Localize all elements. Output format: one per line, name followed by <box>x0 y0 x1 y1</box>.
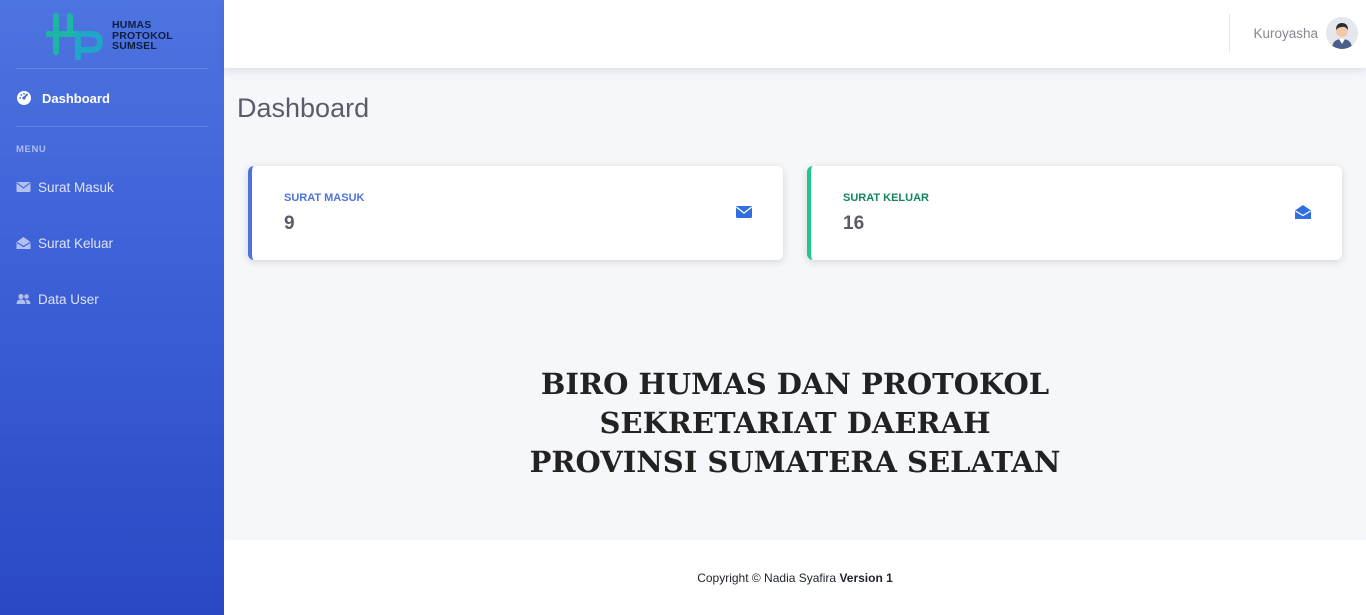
footer: Copyright © Nadia Syafira Version 1 <box>224 540 1366 615</box>
card-surat-masuk: SURAT MASUK 9 <box>248 166 783 260</box>
users-icon <box>16 293 31 304</box>
card-label: SURAT KELUAR <box>843 192 929 204</box>
sidebar-item-surat-masuk[interactable]: Surat Masuk <box>16 176 114 198</box>
hp-logo-icon <box>46 13 104 60</box>
copyright: Copyright © Nadia Syafira Version 1 <box>224 571 1366 585</box>
sidebar-item-label: Surat Masuk <box>38 179 114 195</box>
card-value: 16 <box>843 213 865 234</box>
sidebar-item-surat-keluar[interactable]: Surat Keluar <box>16 232 113 254</box>
version-label: Version 1 <box>839 571 893 585</box>
user-avatar[interactable] <box>1326 17 1358 49</box>
org-line-3: PROVINSI SUMATERA SELATAN <box>529 445 1061 479</box>
organization-title: BIRO HUMAS DAN PROTOKOL SEKRETARIAT DAER… <box>224 365 1366 482</box>
copyright-text: Copyright © Nadia Syafira <box>697 571 837 585</box>
card-label: SURAT MASUK <box>284 192 365 204</box>
sidebar-divider <box>16 68 208 69</box>
envelope-open-icon <box>16 237 31 249</box>
sidebar-heading: MENU <box>16 144 47 155</box>
sidebar-item-label: Surat Keluar <box>38 235 114 251</box>
user-avatar-icon <box>1326 17 1358 49</box>
sidebar: HUMAS PROTOKOL SUMSEL Dashboard MENU Sur… <box>0 0 224 615</box>
brand-line-3: SUMSEL <box>112 40 157 53</box>
envelope-icon <box>16 182 31 192</box>
topbar: Kuroyasha <box>224 0 1366 68</box>
envelope-open-icon <box>1295 205 1311 219</box>
card-value: 9 <box>284 213 295 234</box>
sidebar-item-label: Data User <box>38 291 99 307</box>
user-name[interactable]: Kuroyasha <box>1253 26 1318 41</box>
tachometer-icon <box>17 91 31 105</box>
brand-text: HUMAS PROTOKOL SUMSEL <box>112 20 173 52</box>
sidebar-divider <box>16 126 208 127</box>
sidebar-item-dashboard[interactable]: Dashboard <box>16 86 110 110</box>
card-surat-keluar: SURAT KELUAR 16 <box>807 166 1342 260</box>
topbar-divider <box>1229 14 1230 52</box>
brand-logo-link[interactable]: HUMAS PROTOKOL SUMSEL <box>46 10 186 62</box>
sidebar-item-label: Dashboard <box>42 90 110 106</box>
org-line-1: BIRO HUMAS DAN PROTOKOL <box>540 367 1050 401</box>
envelope-icon <box>736 206 752 218</box>
page-title: Dashboard <box>237 93 370 123</box>
sidebar-item-data-user[interactable]: Data User <box>16 288 99 310</box>
org-line-2: SEKRETARIAT DAERAH <box>599 406 991 440</box>
